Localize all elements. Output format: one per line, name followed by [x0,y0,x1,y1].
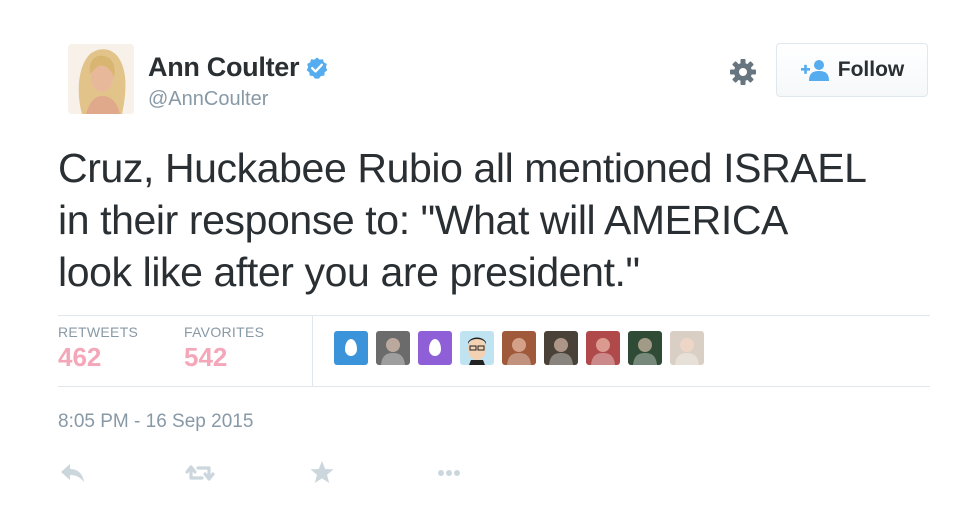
gear-icon[interactable] [728,57,758,87]
tweet-text: Cruz, Huckabee Rubio all mentioned ISRAE… [58,142,938,298]
favoriter-avatar[interactable] [586,331,620,365]
favoriter-avatar[interactable] [376,331,410,365]
retweet-icon[interactable] [185,458,215,488]
retweets-count: 462 [58,342,102,372]
verified-badge-icon [306,57,328,79]
author-avatar[interactable] [68,44,134,114]
egg-icon [345,339,357,356]
retweets-stat[interactable]: RETWEETS 462 [58,324,138,373]
favorites-count: 542 [184,342,228,372]
cartoon-face-icon [468,337,486,365]
add-user-icon [800,60,829,81]
tweet-text-line: Cruz, Huckabee Rubio all mentioned ISRAE… [58,145,867,191]
user-photo-icon [507,338,531,365]
more-options-icon[interactable] [434,458,464,488]
tweet-text-line: look like after you are president." [58,249,640,295]
favoriter-avatar[interactable] [670,331,704,365]
favoriter-avatars [334,331,712,365]
favorites-stat[interactable]: FAVORITES 542 [184,324,264,373]
user-photo-icon [591,338,615,365]
favoriter-avatar[interactable] [418,331,452,365]
reply-icon[interactable] [58,458,88,488]
user-photo-icon [549,338,573,365]
author-name-row: Ann Coulter [148,52,329,83]
user-photo-icon [633,338,657,365]
tweet-stats: RETWEETS 462 FAVORITES 542 [58,316,930,388]
author-name[interactable]: Ann Coulter [148,52,299,83]
divider [58,386,930,387]
author-handle[interactable]: @AnnCoulter [148,88,268,111]
user-photo-icon [381,338,405,365]
favoriter-avatar[interactable] [628,331,662,365]
favoriter-avatar[interactable] [460,331,494,365]
user-photo-icon [675,338,699,365]
favoriter-avatar[interactable] [544,331,578,365]
tweet-header: Ann Coulter @AnnCoulter Follow [68,42,938,122]
follow-button[interactable]: Follow [776,43,928,97]
favoriter-avatar[interactable] [502,331,536,365]
retweets-label: RETWEETS [58,324,139,340]
egg-icon [429,339,441,356]
follow-button-label: Follow [837,58,905,81]
tweet-text-line: in their response to: "What will AMERICA [58,197,788,243]
tweet-timestamp[interactable]: 8:05 PM - 16 Sep 2015 [58,411,253,433]
favorite-star-icon[interactable] [307,458,337,488]
favoriter-avatar[interactable] [334,331,368,365]
stats-separator [312,316,313,386]
favorites-label: FAVORITES [184,324,265,340]
